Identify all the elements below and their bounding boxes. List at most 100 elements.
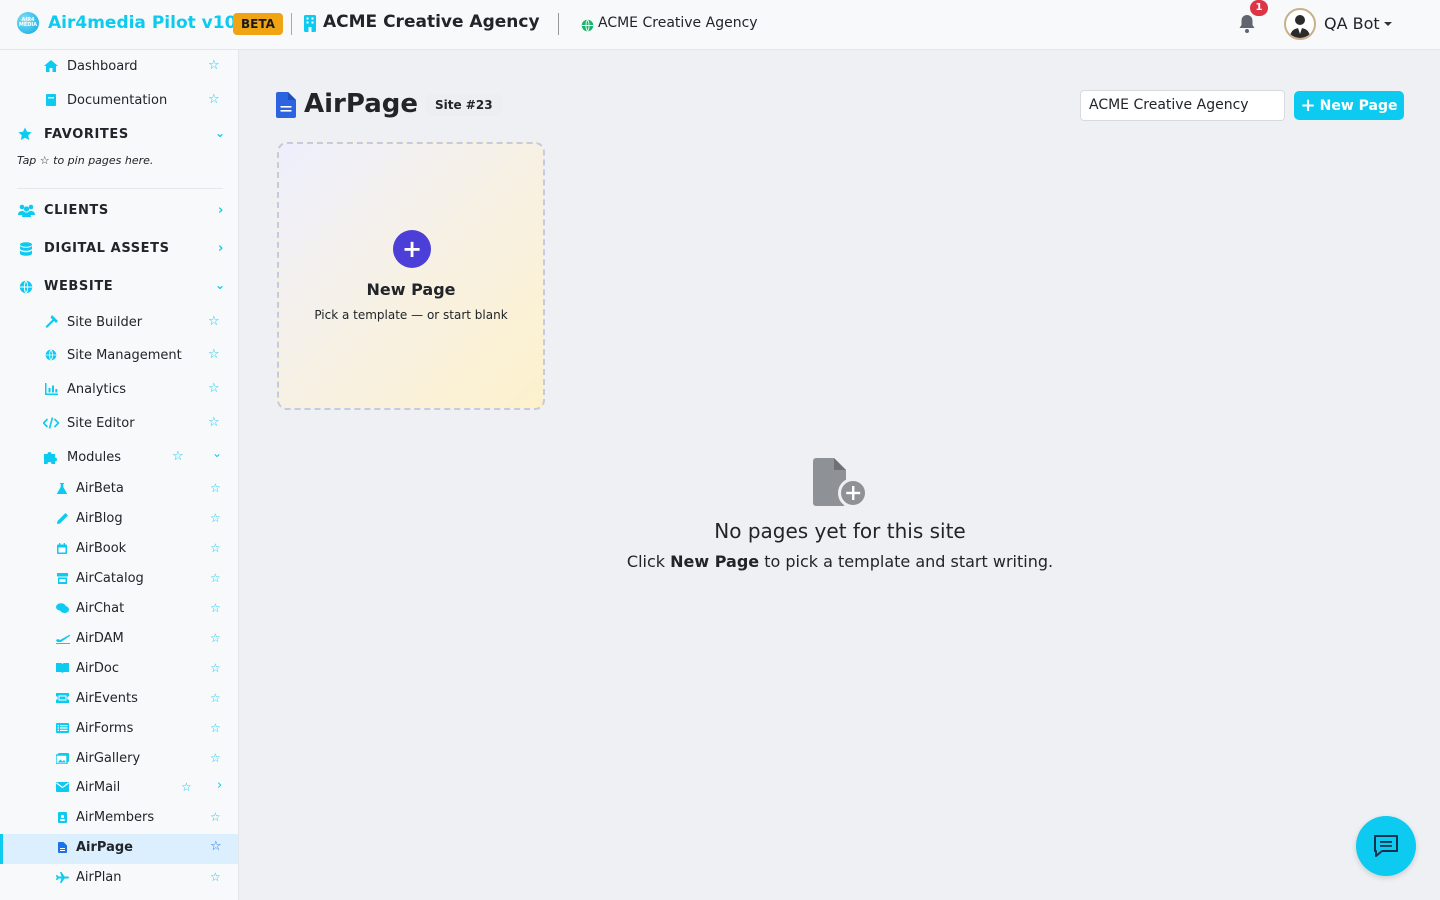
star-icon[interactable]: ☆ [210,691,221,705]
star-icon[interactable]: ☆ [210,661,221,675]
divider [558,13,559,35]
user-menu[interactable]: QA Bot [1324,14,1380,33]
avatar[interactable] [1284,8,1316,40]
star-icon[interactable]: ☆ [208,381,220,396]
chevron-down-icon[interactable]: ⌄ [215,126,226,140]
empty-text: to pick a template and start writing. [759,552,1054,571]
star-icon[interactable]: ☆ [172,449,184,464]
section-website[interactable]: WEBSITE ⌄ [0,272,238,302]
sidebar-item-airchat[interactable]: AirChat ☆ [0,593,238,623]
sidebar-item-label: AirPlan [76,870,122,885]
star-icon[interactable]: ☆ [210,839,222,854]
sidebar-item-documentation[interactable]: Documentation ☆ [0,85,238,115]
star-icon[interactable]: ☆ [210,631,221,645]
chevron-right-icon[interactable]: › [217,778,222,793]
sidebar-item-airgallery[interactable]: AirGallery ☆ [0,743,238,773]
sidebar-item-analytics[interactable]: Analytics ☆ [0,374,238,404]
site-name[interactable]: ACME Creative Agency [598,15,758,31]
sidebar-item-site-management[interactable]: Site Management ☆ [0,340,238,370]
database-icon [20,242,32,260]
card-subtitle: Pick a template — or start blank [314,308,508,322]
plane-departure-icon [56,633,70,644]
chevron-right-icon[interactable]: › [218,203,224,218]
pen-icon [57,513,68,524]
button-label: New Page [1319,97,1398,114]
star-icon[interactable]: ☆ [210,481,221,495]
chevron-down-icon[interactable]: ⌄ [215,278,226,292]
sidebar-item-label: AirEvents [76,691,138,706]
section-favorites[interactable]: FAVORITES ⌄ [0,120,238,150]
file-icon [58,842,67,853]
star-icon[interactable]: ☆ [210,751,221,765]
sidebar-item-modules[interactable]: Modules ☆ ⌄ [0,442,238,472]
chat-icon [1374,835,1398,857]
sidebar-item-label: AirBeta [76,481,124,496]
sidebar-item-aircatalog[interactable]: AirCatalog ☆ [0,563,238,593]
star-icon[interactable]: ☆ [210,541,221,555]
sidebar-item-airevents[interactable]: AirEvents ☆ [0,683,238,713]
page-title: AirPage [304,89,419,119]
sidebar-item-label: AirMembers [76,810,155,825]
new-page-card[interactable]: + New Page Pick a template — or start bl… [277,142,545,410]
sidebar-item-airdoc[interactable]: AirDoc ☆ [0,653,238,683]
star-icon[interactable]: ☆ [210,571,221,585]
sidebar-item-label: AirChat [76,601,125,616]
agency-name[interactable]: ACME Creative Agency [323,12,540,32]
sidebar-item-airmembers[interactable]: AirMembers ☆ [0,802,238,832]
envelope-icon [56,782,69,792]
star-icon[interactable]: ☆ [208,58,220,73]
sidebar-item-dashboard[interactable]: Dashboard ☆ [0,51,238,81]
sidebar-item-label: Modules [67,450,122,465]
section-label: CLIENTS [44,203,109,218]
chat-button[interactable] [1356,816,1416,876]
plus-circle-icon[interactable]: + [393,230,431,268]
sidebar-item-airforms[interactable]: AirForms ☆ [0,713,238,743]
app-brand[interactable]: Air4media Pilot v10 [48,13,236,33]
section-label: DIGITAL ASSETS [44,241,170,256]
sidebar-item-site-builder[interactable]: Site Builder ☆ [0,307,238,337]
star-icon[interactable]: ☆ [208,314,220,329]
sidebar-item-airplan[interactable]: AirPlan ☆ [0,862,238,892]
sidebar-item-airdam[interactable]: AirDAM ☆ [0,623,238,653]
globe-icon [581,17,594,36]
calendar-icon [57,543,67,554]
star-icon[interactable]: ☆ [208,347,220,362]
sidebar-item-airbeta[interactable]: AirBeta ☆ [0,473,238,503]
chevron-right-icon[interactable]: › [218,241,224,256]
star-icon[interactable]: ☆ [210,511,221,525]
section-digital-assets[interactable]: DIGITAL ASSETS › [0,234,238,264]
puzzle-icon [44,450,58,464]
star-icon[interactable]: ☆ [210,810,221,824]
app-logo[interactable]: AIR4 MEDIA [17,12,39,34]
empty-text-bold: New Page [670,552,760,571]
chevron-down-icon[interactable] [1384,22,1392,26]
chart-icon [45,383,58,395]
sidebar-item-airblog[interactable]: AirBlog ☆ [0,503,238,533]
star-icon[interactable]: ☆ [210,721,221,735]
chevron-down-icon[interactable]: ⌄ [212,446,222,460]
sidebar-item-label: Documentation [67,93,168,108]
bell-icon[interactable] [1238,14,1256,38]
home-icon [44,60,58,72]
star-icon[interactable]: ☆ [208,92,220,107]
sidebar-item-airbook[interactable]: AirBook ☆ [0,533,238,563]
star-icon[interactable]: ☆ [210,601,221,615]
sidebar-item-label: AirDAM [76,631,124,646]
comments-icon [56,603,69,614]
sidebar-item-airmail[interactable]: AirMail ☆ › [0,772,238,802]
site-badge: Site #23 [426,94,502,116]
star-icon[interactable]: ☆ [208,415,220,430]
sidebar-item-label: AirCatalog [76,571,144,586]
plus-icon: + [1300,94,1316,116]
sidebar-item-airpage[interactable]: AirPage ☆ [0,832,238,862]
site-select[interactable]: ACME Creative Agency [1080,90,1285,121]
sidebar-item-site-editor[interactable]: Site Editor ☆ [0,408,238,438]
id-badge-icon [58,812,67,823]
book-icon [46,94,56,106]
section-clients[interactable]: CLIENTS › [0,196,238,226]
star-icon[interactable]: ☆ [210,870,221,884]
list-icon [56,723,69,733]
star-icon[interactable]: ☆ [181,780,192,794]
empty-state-title: No pages yet for this site [714,519,966,543]
new-page-button[interactable]: + New Page [1294,91,1404,120]
